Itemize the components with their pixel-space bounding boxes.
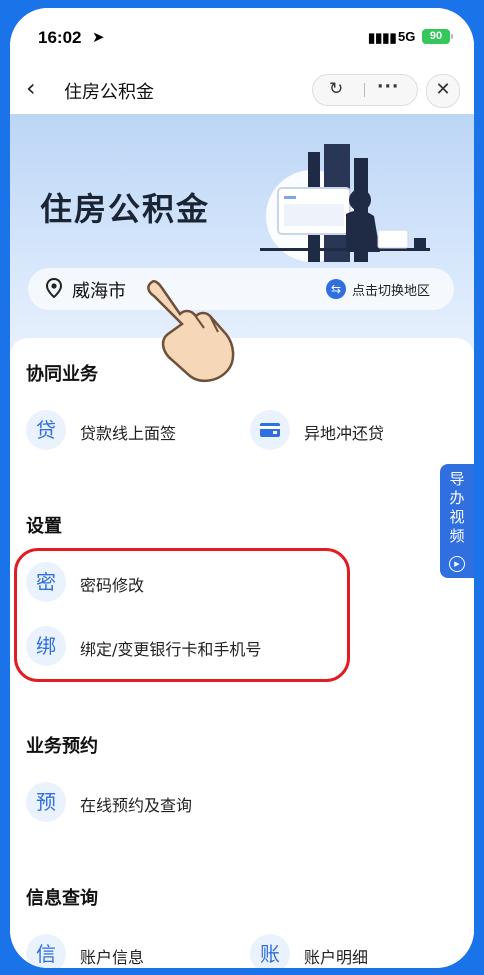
current-city: 威海市 (72, 281, 126, 302)
card-icon (250, 410, 290, 450)
banner: 住房公积金 威海市 ⇆ 点击切换地区 (10, 114, 474, 354)
status-bar: 16:02 ➤ ▮▮▮▮ 5G 90 (10, 8, 474, 66)
status-time: 16:02 (38, 28, 82, 47)
guide-video-label: 导办视频 (449, 470, 465, 545)
page-title: 住房公积金 (64, 82, 154, 103)
battery-icon: 90 (422, 29, 450, 44)
service-item-account-info[interactable]: 信 账户信息 (26, 934, 206, 968)
service-item-label: 异地冲还贷 (304, 424, 385, 443)
detail-icon: 账 (250, 934, 290, 968)
section-title-appointment: 业务预约 (26, 732, 108, 759)
appointment-icon: 预 (26, 782, 66, 822)
battery-tip (451, 34, 453, 39)
service-item-online-appointment[interactable]: 预 在线预约及查询 (26, 782, 246, 822)
phone-screen: 16:02 ➤ ▮▮▮▮ 5G 90 ‹ 住房公积金 ↻ ··· ✕ 住房公积金 (10, 8, 474, 968)
back-icon[interactable]: ‹ (26, 74, 36, 102)
play-icon: ▶ (449, 556, 465, 572)
close-icon[interactable]: ✕ (426, 74, 460, 108)
section-title-settings: 设置 (26, 512, 66, 539)
guide-video-button[interactable]: 导办视频 ▶ (440, 464, 474, 578)
mini-program-capsule: ↻ ··· (312, 74, 418, 106)
location-pin-icon (46, 278, 62, 298)
office-illustration-icon (260, 144, 430, 262)
section-title-cooperate: 协同业务 (26, 360, 108, 387)
network-type: 5G (398, 29, 416, 44)
service-item-account-detail[interactable]: 账 账户明细 (250, 934, 430, 968)
signal-icon: ▮▮▮▮ (368, 30, 397, 45)
banner-title: 住房公积金 (40, 190, 211, 228)
info-icon: 信 (26, 934, 66, 968)
service-item-loan-sign[interactable]: 贷 贷款线上面签 (26, 410, 226, 450)
location-arrow-icon: ➤ (92, 28, 105, 46)
nav-bar: ‹ 住房公积金 ↻ ··· ✕ (10, 66, 474, 115)
switch-region-link[interactable]: 点击切换地区 (352, 280, 430, 299)
more-icon[interactable]: ··· (377, 77, 399, 97)
service-item-offsite-repay[interactable]: 异地冲还贷 (250, 410, 440, 450)
service-item-label: 贷款线上面签 (80, 424, 177, 443)
refresh-icon[interactable]: ↻ (329, 79, 343, 99)
service-item-label: 账户明细 (304, 948, 369, 967)
pointing-hand-icon (147, 280, 235, 383)
service-item-label: 在线预约及查询 (80, 796, 193, 815)
loan-icon: 贷 (26, 410, 66, 450)
switch-region-icon[interactable]: ⇆ (326, 279, 346, 299)
section-title-query: 信息查询 (26, 884, 108, 911)
service-list: 协同业务 贷 贷款线上面签 异地冲还贷 设置 密 密码修改 绑 绑定/变更银行卡… (10, 338, 474, 968)
highlight-box (14, 548, 350, 682)
location-bar[interactable]: 威海市 ⇆ 点击切换地区 (28, 268, 454, 310)
capsule-divider (364, 83, 365, 97)
service-item-label: 账户信息 (80, 948, 145, 967)
